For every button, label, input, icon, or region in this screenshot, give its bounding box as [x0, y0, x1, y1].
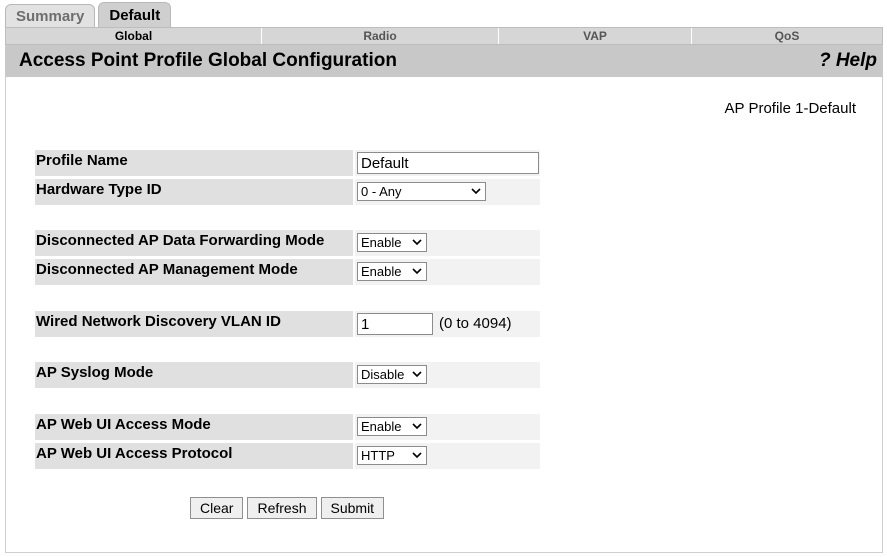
vlan-label: Wired Network Discovery VLAN ID	[35, 311, 353, 337]
title-bar: Access Point Profile Global Configuratio…	[5, 45, 883, 77]
row-hardware-type: Hardware Type ID 0 - Any	[35, 179, 540, 205]
tab-vap[interactable]: VAP	[499, 28, 692, 44]
hardware-type-cell: 0 - Any	[355, 179, 540, 205]
webui-protocol-value: HTTP	[361, 448, 395, 463]
hardware-type-select[interactable]: 0 - Any	[357, 182, 486, 201]
disc-mgmt-select[interactable]: Enable	[357, 262, 427, 281]
webui-mode-label: AP Web UI Access Mode	[35, 414, 353, 440]
clear-button[interactable]: Clear	[190, 497, 244, 519]
webui-mode-value: Enable	[361, 419, 402, 434]
tab-default[interactable]: Default	[98, 2, 172, 27]
row-webui-protocol: AP Web UI Access Protocol HTTP	[35, 443, 540, 469]
vlan-input[interactable]	[357, 313, 433, 335]
chevron-down-icon	[412, 452, 422, 459]
syslog-label: AP Syslog Mode	[35, 362, 353, 388]
row-disc-forwarding: Disconnected AP Data Forwarding Mode Ena…	[35, 230, 540, 256]
submit-button[interactable]: Submit	[320, 497, 385, 519]
tab-summary[interactable]: Summary	[5, 4, 96, 27]
profile-id-label: AP Profile 1-Default	[724, 100, 856, 117]
top-tab-bar: Summary Default	[5, 2, 174, 27]
syslog-value: Disable	[361, 367, 405, 382]
chevron-down-icon	[412, 423, 422, 430]
vlan-range-hint: (0 to 4094)	[439, 315, 512, 332]
disc-forwarding-select[interactable]: Enable	[357, 233, 427, 252]
disc-mgmt-cell: Enable	[355, 259, 540, 285]
refresh-button[interactable]: Refresh	[247, 497, 317, 519]
tab-global[interactable]: Global	[6, 28, 262, 44]
chevron-down-icon	[471, 188, 481, 195]
help-link[interactable]: ? Help	[819, 50, 877, 72]
webui-protocol-label: AP Web UI Access Protocol	[35, 443, 353, 469]
webui-protocol-select[interactable]: HTTP	[357, 446, 427, 465]
row-profile-name: Profile Name	[35, 150, 540, 176]
disc-mgmt-value: Enable	[361, 264, 402, 279]
row-syslog: AP Syslog Mode Disable	[35, 362, 540, 388]
disc-forwarding-value: Enable	[361, 235, 402, 250]
chevron-down-icon	[412, 268, 422, 275]
tab-qos[interactable]: QoS	[692, 28, 882, 44]
webui-mode-select[interactable]: Enable	[357, 417, 427, 436]
vlan-cell: (0 to 4094)	[355, 311, 540, 337]
profile-name-cell	[355, 150, 540, 176]
tab-radio[interactable]: Radio	[262, 28, 499, 44]
disc-mgmt-label: Disconnected AP Management Mode	[35, 259, 353, 285]
syslog-select[interactable]: Disable	[357, 365, 427, 384]
row-disc-mgmt: Disconnected AP Management Mode Enable	[35, 259, 540, 285]
chevron-down-icon	[412, 239, 422, 246]
sub-tab-bar: Global Radio VAP QoS	[5, 27, 883, 45]
row-vlan: Wired Network Discovery VLAN ID (0 to 40…	[35, 311, 540, 337]
action-buttons: Clear Refresh Submit	[190, 497, 388, 519]
chevron-down-icon	[412, 371, 422, 378]
profile-name-input[interactable]	[357, 152, 539, 174]
disc-forwarding-cell: Enable	[355, 230, 540, 256]
syslog-cell: Disable	[355, 362, 540, 388]
hardware-type-label: Hardware Type ID	[35, 179, 353, 205]
webui-protocol-cell: HTTP	[355, 443, 540, 469]
profile-name-label: Profile Name	[35, 150, 353, 176]
disc-forwarding-label: Disconnected AP Data Forwarding Mode	[35, 230, 353, 256]
hardware-type-value: 0 - Any	[361, 184, 402, 199]
page-title: Access Point Profile Global Configuratio…	[19, 50, 397, 71]
webui-mode-cell: Enable	[355, 414, 540, 440]
row-webui-mode: AP Web UI Access Mode Enable	[35, 414, 540, 440]
config-panel: AP Profile 1-Default Profile Name Hardwa…	[5, 77, 883, 553]
